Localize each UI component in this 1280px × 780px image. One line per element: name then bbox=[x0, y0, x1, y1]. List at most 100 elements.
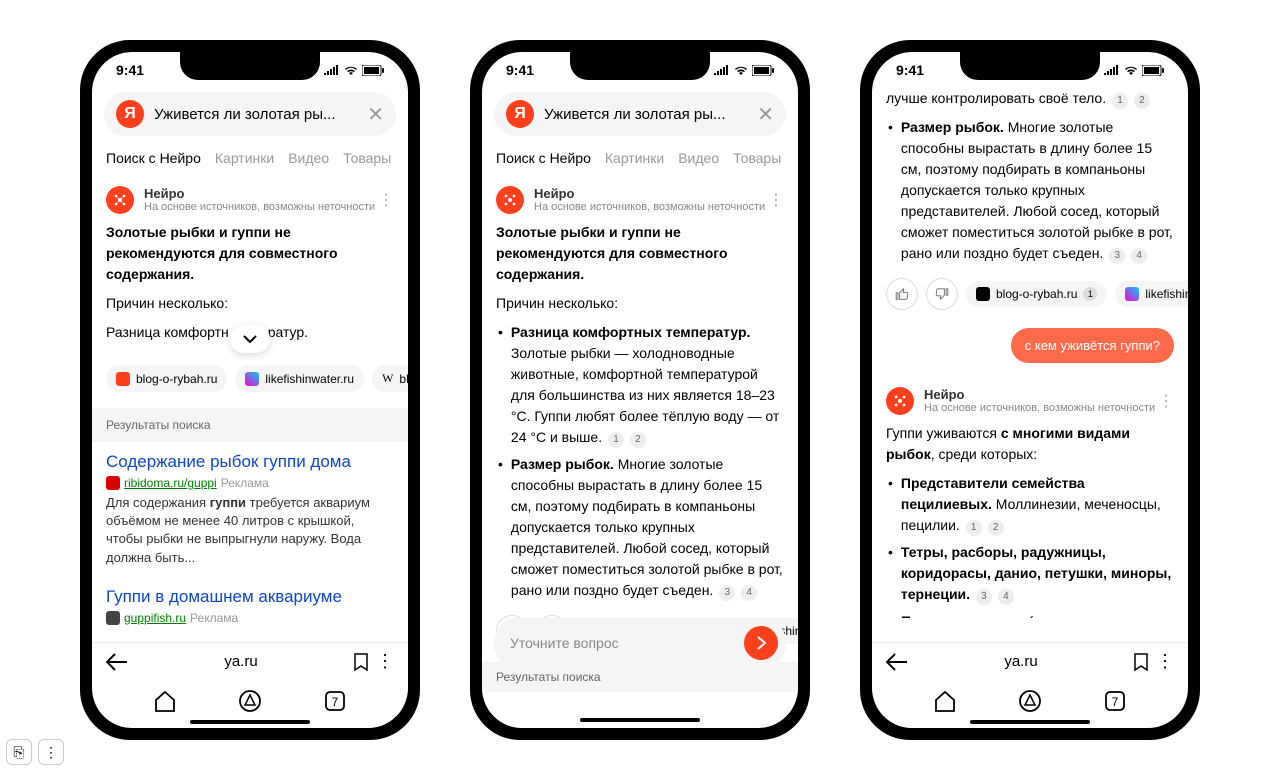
neiro-subtitle: На основе источников, возможны неточност… bbox=[534, 201, 765, 213]
bullet-reason-2: • Размер рыбок. Многие золотые способны … bbox=[496, 454, 784, 601]
back-icon[interactable] bbox=[106, 653, 128, 671]
home-indicator bbox=[580, 718, 700, 722]
thumbs-down-button[interactable] bbox=[926, 278, 958, 310]
bullet-reason-1: • Разница комфортных температур. Золотые… bbox=[496, 322, 784, 448]
tab-video[interactable]: Видео bbox=[288, 150, 329, 166]
result-title[interactable]: Содержание рыбок гуппи дома bbox=[106, 452, 394, 472]
citation-ref[interactable]: 1 bbox=[966, 520, 982, 536]
citation-ref[interactable]: 3 bbox=[719, 585, 735, 601]
search-bar[interactable]: Я Уживется ли золотая ры... ✕ bbox=[494, 92, 786, 136]
home-icon[interactable] bbox=[152, 688, 178, 714]
tab-video[interactable]: Видео bbox=[678, 150, 719, 166]
status-icons bbox=[1104, 65, 1164, 76]
answer-intro: Золотые рыбки и гуппи не рекомендуются д… bbox=[496, 222, 784, 285]
send-button[interactable] bbox=[744, 626, 778, 660]
thumbs-up-button[interactable] bbox=[886, 278, 918, 310]
bullet: • Представители семейства пецилиевых. Мо… bbox=[886, 473, 1174, 536]
tab-images[interactable]: Картинки bbox=[215, 150, 274, 166]
search-bar[interactable]: Я Уживется ли золотая ры... ✕ bbox=[104, 92, 396, 136]
tabs-icon[interactable]: 7 bbox=[1102, 688, 1128, 714]
yandex-logo: Я bbox=[116, 100, 144, 128]
result-url: guppifish.ru Реклама bbox=[106, 611, 394, 625]
more-menu-icon[interactable]: ⋮ bbox=[378, 190, 394, 210]
citation-ref[interactable]: 2 bbox=[630, 432, 646, 448]
neiro-header: Нейро На основе источников, возможны нет… bbox=[872, 373, 1188, 423]
search-result[interactable]: Содержание рыбок гуппи дома ribidoma.ru/… bbox=[92, 442, 408, 577]
clear-search-icon[interactable]: ✕ bbox=[367, 102, 384, 127]
tab-goods[interactable]: Товары bbox=[343, 150, 391, 166]
source-chips: blog-o-rybah.ru likefishinwater.ru W blo bbox=[92, 355, 408, 402]
browser-menu-icon[interactable]: ⋮ bbox=[376, 651, 394, 672]
neiro-title: Нейро bbox=[534, 186, 765, 201]
neiro-icon bbox=[496, 186, 524, 214]
source-favicon bbox=[116, 372, 130, 386]
status-time: 9:41 bbox=[116, 62, 144, 78]
tab-goods[interactable]: Товары bbox=[733, 150, 781, 166]
status-icons bbox=[324, 65, 384, 76]
bookmark-icon[interactable] bbox=[1134, 653, 1148, 671]
bullet-size: • Размер рыбок. Многие золотые способны … bbox=[886, 117, 1174, 264]
alice-icon[interactable] bbox=[1017, 688, 1043, 714]
browser-menu-icon[interactable]: ⋮ bbox=[1156, 651, 1174, 672]
citation-ref[interactable]: 4 bbox=[1131, 248, 1147, 264]
refine-bar[interactable]: Уточните вопрос bbox=[494, 618, 786, 668]
citation-ref[interactable]: 1 bbox=[1112, 93, 1128, 109]
system-nav: 7 bbox=[872, 682, 1188, 720]
tab-neiro[interactable]: Поиск с Нейро bbox=[496, 150, 591, 166]
home-indicator bbox=[970, 720, 1090, 724]
neiro-answer-expanded: Золотые рыбки и гуппи не рекомендуются д… bbox=[482, 222, 798, 601]
citation-ref[interactable]: 3 bbox=[976, 589, 992, 605]
search-tabs: Поиск с Нейро Картинки Видео Товары bbox=[92, 144, 408, 172]
source-chip[interactable]: likefishinwater.ru bbox=[235, 365, 364, 392]
neiro-title: Нейро bbox=[924, 387, 1155, 402]
result-title[interactable]: Гуппи в домашнем аквариуме bbox=[106, 587, 394, 607]
citation-ref[interactable]: 4 bbox=[741, 585, 757, 601]
neiro-subtitle: На основе источников, возможны неточност… bbox=[144, 201, 375, 213]
browser-url[interactable]: ya.ru bbox=[128, 653, 354, 670]
expand-chevron-icon[interactable] bbox=[230, 325, 270, 353]
tab-neiro[interactable]: Поиск с Нейро bbox=[106, 150, 201, 166]
search-result[interactable]: Гуппи в домашнем аквариуме guppifish.ru … bbox=[92, 577, 408, 635]
back-icon[interactable] bbox=[886, 653, 908, 671]
bullet: • Тетры, расборы, радужницы, коридорасы,… bbox=[886, 542, 1174, 605]
bookmark-icon[interactable] bbox=[354, 653, 368, 671]
more-menu-icon[interactable]: ⋮ bbox=[768, 190, 784, 210]
reasons-label: Причин несколько: bbox=[496, 293, 784, 314]
result-favicon bbox=[106, 611, 120, 625]
page-menu-icon[interactable]: ⋮ bbox=[38, 739, 64, 765]
citation-ref[interactable]: 2 bbox=[1134, 93, 1150, 109]
result-snippet: Для содержания гуппи требуется аквариум … bbox=[106, 494, 394, 567]
more-menu-icon[interactable]: ⋮ bbox=[1158, 391, 1174, 411]
source-favicon bbox=[245, 372, 259, 386]
system-nav: 7 bbox=[92, 682, 408, 720]
browser-url[interactable]: ya.ru bbox=[908, 653, 1134, 670]
source-chip[interactable]: W blo bbox=[372, 365, 408, 392]
source-chip[interactable]: blog-o-rybah.ru 1 bbox=[966, 281, 1107, 307]
clear-search-icon[interactable]: ✕ bbox=[757, 102, 774, 127]
yandex-logo: Я bbox=[506, 100, 534, 128]
search-query[interactable]: Уживется ли золотая ры... bbox=[544, 106, 747, 123]
refine-input[interactable]: Уточните вопрос bbox=[510, 635, 744, 651]
citation-ref[interactable]: 3 bbox=[1109, 248, 1125, 264]
notch bbox=[180, 52, 320, 80]
alice-icon[interactable] bbox=[237, 688, 263, 714]
browser-toolbar: ya.ru ⋮ bbox=[92, 642, 408, 680]
source-chip[interactable]: blog-o-rybah.ru bbox=[106, 365, 227, 392]
citation-ref[interactable]: 4 bbox=[998, 589, 1014, 605]
tabs-icon[interactable]: 7 bbox=[322, 688, 348, 714]
source-favicon bbox=[976, 287, 990, 301]
citation-ref[interactable]: 2 bbox=[988, 520, 1004, 536]
home-icon[interactable] bbox=[932, 688, 958, 714]
neiro-icon bbox=[886, 387, 914, 415]
notch bbox=[570, 52, 710, 80]
citation-ref[interactable]: 1 bbox=[608, 432, 624, 448]
notch bbox=[960, 52, 1100, 80]
collapse-icon[interactable]: ⎘ bbox=[6, 739, 32, 765]
neiro-answer: Золотые рыбки и гуппи не рекомендуются д… bbox=[92, 222, 408, 343]
neiro-icon bbox=[106, 186, 134, 214]
neiro-header: Нейро На основе источников, возможны нет… bbox=[482, 172, 798, 222]
search-query[interactable]: Уживется ли золотая ры... bbox=[154, 106, 357, 123]
results-header: Результаты поиска bbox=[482, 662, 798, 692]
source-chip[interactable]: likefishinw bbox=[1115, 281, 1188, 307]
tab-images[interactable]: Картинки bbox=[605, 150, 664, 166]
